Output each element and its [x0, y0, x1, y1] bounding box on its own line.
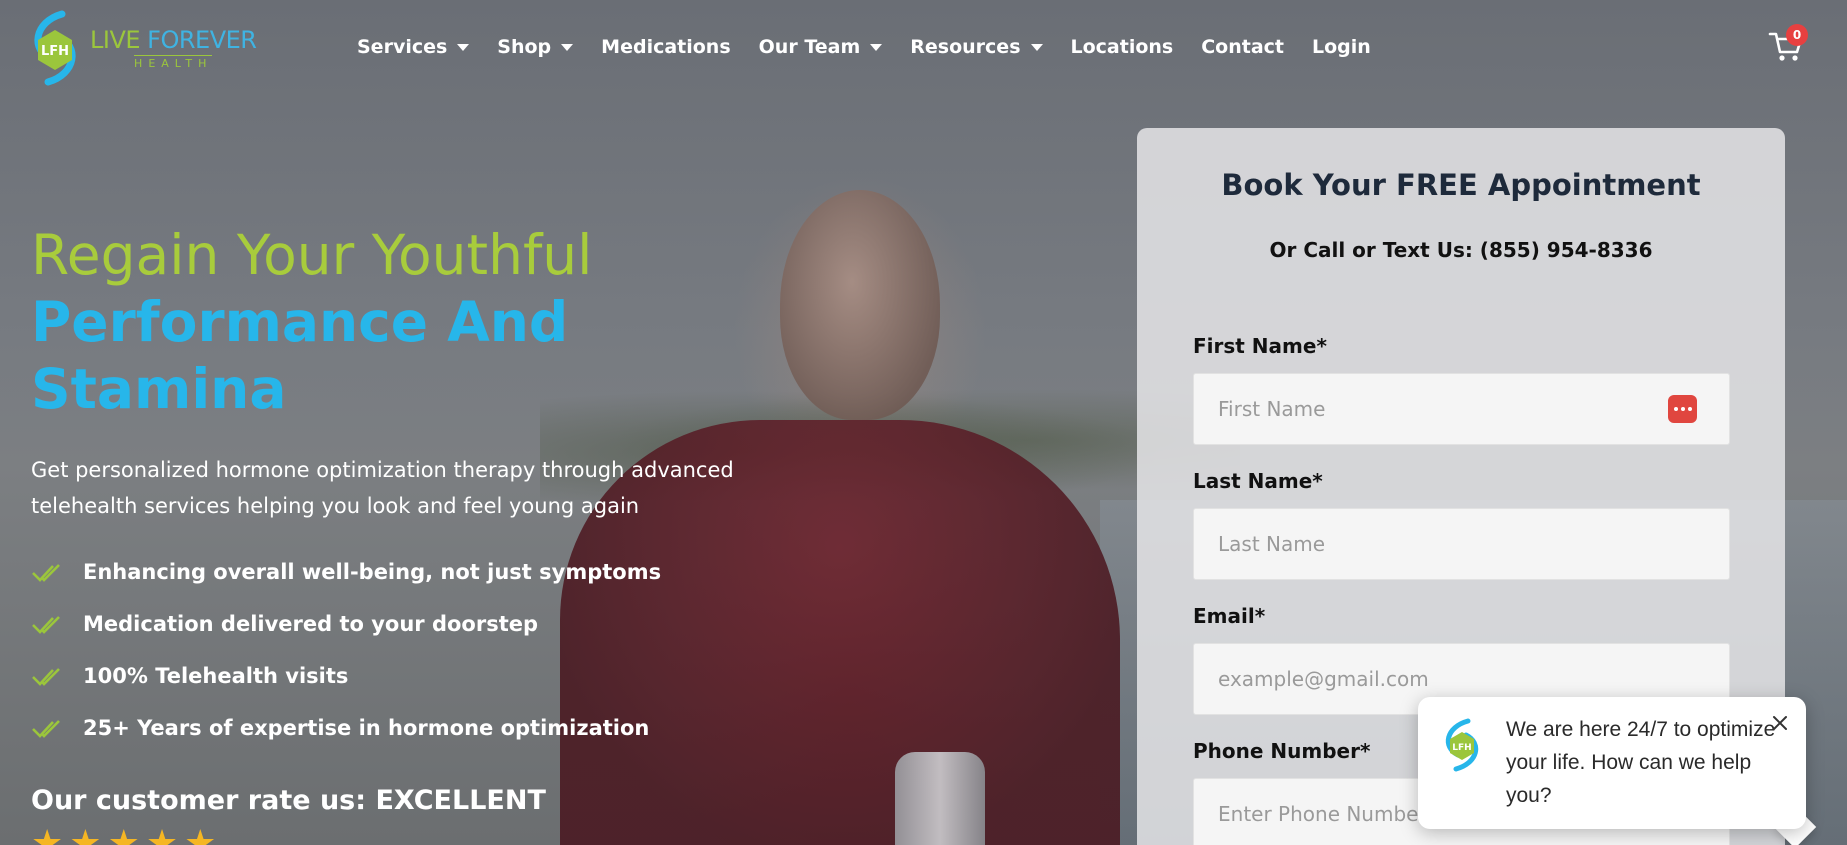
nav-item-medications[interactable]: Medications [601, 36, 730, 58]
feature-item: Enhancing overall well-being, not just s… [31, 546, 661, 598]
chevron-down-icon [870, 43, 883, 51]
double-check-icon [32, 668, 60, 686]
hero-headline: Regain Your Youthful Performance And Sta… [31, 222, 731, 423]
hero-person-head [780, 190, 940, 420]
form-title: Book Your FREE Appointment [1221, 168, 1701, 202]
star-icon: ★ [184, 823, 217, 845]
nav-item-our-team[interactable]: Our Team [759, 36, 883, 58]
nav-label: Medications [601, 36, 731, 58]
svg-text:LFH: LFH [41, 44, 69, 59]
logo-mark-icon: LFH [34, 10, 76, 86]
logo-wordmark: LIVE FOREVER HEALTH [90, 26, 257, 70]
double-check-icon [32, 616, 60, 634]
nav-item-resources[interactable]: Resources [910, 36, 1043, 58]
rating-text: Our customer rate us: EXCELLENT [31, 785, 546, 816]
feature-item: Medication delivered to your doorstep [31, 598, 661, 650]
nav-label: Resources [910, 36, 1021, 58]
first-name-label: First Name* [1193, 334, 1327, 358]
star-icon: ★ [107, 823, 140, 845]
nav-label: Contact [1201, 36, 1285, 58]
double-check-icon [32, 720, 60, 738]
email-label: Email* [1193, 604, 1266, 628]
feature-list: Enhancing overall well-being, not just s… [31, 546, 661, 754]
site-logo[interactable]: LFH LIVE FOREVER HEALTH [22, 8, 257, 88]
nav-item-services[interactable]: Services [357, 36, 470, 58]
star-icon: ★ [145, 823, 179, 845]
feature-text: Medication delivered to your doorstep [83, 612, 539, 636]
feature-text: 100% Telehealth visits [83, 664, 349, 688]
svg-text:LFH: LFH [1452, 743, 1471, 753]
chat-popup[interactable]: LFH We are here 24/7 to optimize your li… [1418, 697, 1806, 829]
chevron-down-icon [457, 43, 470, 51]
logo-word-live: LIVE [90, 26, 148, 54]
phone-label: Phone Number* [1193, 739, 1371, 763]
nav-label: Our Team [758, 36, 861, 58]
feature-text: Enhancing overall well-being, not just s… [83, 560, 662, 584]
headline-line-3: Stamina [31, 357, 287, 421]
nav-label: Shop [497, 36, 552, 58]
star-icon: ★ [31, 823, 64, 845]
last-name-input[interactable] [1193, 508, 1730, 580]
nav-item-shop[interactable]: Shop [497, 36, 574, 58]
star-icon: ★ [69, 823, 102, 845]
first-name-input[interactable] [1193, 373, 1730, 445]
nav-item-locations[interactable]: Locations [1071, 36, 1174, 58]
nav-label: Locations [1070, 36, 1174, 58]
star-rating: ★ ★ ★ ★ ★ [31, 826, 216, 845]
feature-item: 100% Telehealth visits [31, 650, 661, 702]
nav-label: Services [357, 36, 448, 58]
chat-avatar-logo-icon: LFH [1445, 718, 1479, 772]
feature-text: 25+ Years of expertise in hormone optimi… [83, 716, 650, 740]
form-call-text: Or Call or Text Us: (855) 954-8336 [1269, 238, 1653, 262]
logo-word-health: HEALTH [134, 55, 213, 70]
feature-item: 25+ Years of expertise in hormone optimi… [31, 702, 661, 754]
headline-line-1: Regain Your Youthful [31, 223, 593, 287]
nav-label: Login [1312, 36, 1371, 58]
logo-word-forever: FOREVER [147, 26, 257, 54]
password-manager-icon[interactable] [1668, 395, 1697, 423]
nav-item-contact[interactable]: Contact [1201, 36, 1284, 58]
chevron-down-icon [1030, 43, 1043, 51]
last-name-label: Last Name* [1193, 469, 1323, 493]
headline-line-2: Performance And [31, 290, 569, 354]
main-nav: Services Shop Medications Our Team Resou… [357, 36, 1399, 58]
chevron-down-icon [561, 43, 574, 51]
hero-subtitle: Get personalized hormone optimization th… [31, 458, 734, 518]
close-icon[interactable] [1768, 711, 1792, 735]
site-header: LFH LIVE FOREVER HEALTH Services Shop Me… [0, 0, 1847, 96]
water-bottle [895, 752, 985, 845]
nav-item-login[interactable]: Login [1312, 36, 1371, 58]
chat-message: We are here 24/7 to optimize your life. … [1506, 718, 1776, 807]
double-check-icon [32, 564, 60, 582]
cart-count-badge: 0 [1786, 24, 1808, 46]
